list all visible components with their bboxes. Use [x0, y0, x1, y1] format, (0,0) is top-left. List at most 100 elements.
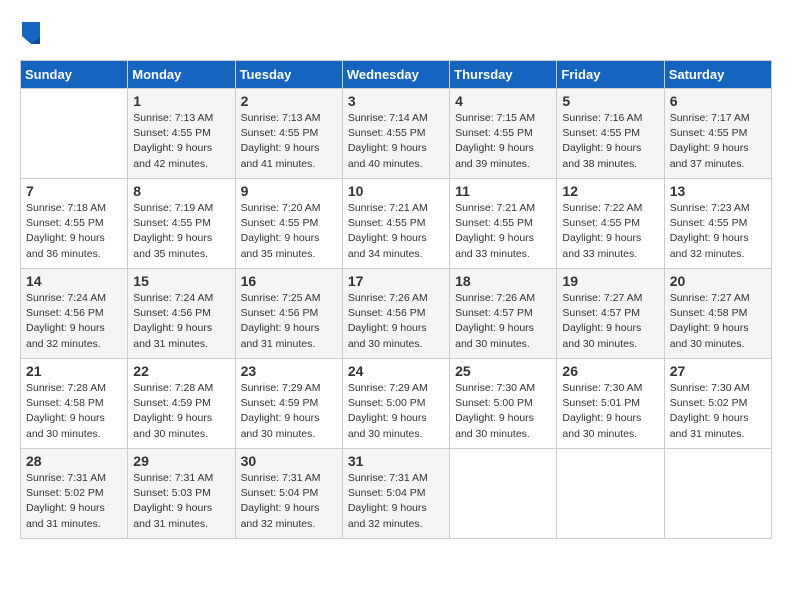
calendar-cell: 2 Sunrise: 7:13 AM Sunset: 4:55 PM Daylig… — [235, 89, 342, 179]
day-info: Sunrise: 7:21 AM Sunset: 4:55 PM Dayligh… — [455, 201, 551, 262]
weekday-header: Tuesday — [235, 61, 342, 89]
calendar-cell — [664, 449, 771, 539]
calendar-week-row: 21Sunrise: 7:28 AM Sunset: 4:58 PM Dayli… — [21, 359, 772, 449]
day-info: Sunrise: 7:17 AM Sunset: 4:55 PM Dayligh… — [670, 111, 766, 172]
day-number: 22 — [133, 363, 229, 379]
day-info: Sunrise: 7:24 AM Sunset: 4:56 PM Dayligh… — [133, 291, 229, 352]
calendar-cell: 3 Sunrise: 7:14 AM Sunset: 4:55 PM Daylig… — [342, 89, 449, 179]
calendar-cell: 4 Sunrise: 7:15 AM Sunset: 4:55 PM Daylig… — [450, 89, 557, 179]
calendar-cell: 13 Sunrise: 7:23 AM Sunset: 4:55 PM Dayli… — [664, 179, 771, 269]
day-number: 17 — [348, 273, 444, 289]
logo-icon — [22, 22, 40, 44]
day-number: 25 — [455, 363, 551, 379]
day-info: Sunrise: 7:24 AM Sunset: 4:56 PM Dayligh… — [26, 291, 122, 352]
day-info: Sunrise: 7:27 AM Sunset: 4:58 PM Dayligh… — [670, 291, 766, 352]
calendar-cell: 12Sunrise: 7:22 AM Sunset: 4:55 PM Dayli… — [557, 179, 664, 269]
day-number: 5 — [562, 93, 658, 109]
day-number: 16 — [241, 273, 337, 289]
day-number: 15 — [133, 273, 229, 289]
calendar-cell: 22 Sunrise: 7:28 AM Sunset: 4:59 PM Dayli… — [128, 359, 235, 449]
calendar-cell: 27 Sunrise: 7:30 AM Sunset: 5:02 PM Dayli… — [664, 359, 771, 449]
day-number: 3 — [348, 93, 444, 109]
calendar-cell: 10 Sunrise: 7:21 AM Sunset: 4:55 PM Dayli… — [342, 179, 449, 269]
day-info: Sunrise: 7:31 AM Sunset: 5:04 PM Dayligh… — [348, 471, 444, 532]
day-number: 8 — [133, 183, 229, 199]
day-number: 31 — [348, 453, 444, 469]
day-number: 18 — [455, 273, 551, 289]
calendar-cell: 9Sunrise: 7:20 AM Sunset: 4:55 PM Daylig… — [235, 179, 342, 269]
day-info: Sunrise: 7:15 AM Sunset: 4:55 PM Dayligh… — [455, 111, 551, 172]
day-number: 19 — [562, 273, 658, 289]
day-info: Sunrise: 7:19 AM Sunset: 4:55 PM Dayligh… — [133, 201, 229, 262]
day-info: Sunrise: 7:18 AM Sunset: 4:55 PM Dayligh… — [26, 201, 122, 262]
calendar-cell — [450, 449, 557, 539]
weekday-header: Thursday — [450, 61, 557, 89]
day-number: 14 — [26, 273, 122, 289]
calendar-cell: 31 Sunrise: 7:31 AM Sunset: 5:04 PM Dayli… — [342, 449, 449, 539]
day-info: Sunrise: 7:29 AM Sunset: 4:59 PM Dayligh… — [241, 381, 337, 442]
day-number: 4 — [455, 93, 551, 109]
day-number: 26 — [562, 363, 658, 379]
calendar-cell: 5Sunrise: 7:16 AM Sunset: 4:55 PM Daylig… — [557, 89, 664, 179]
day-info: Sunrise: 7:28 AM Sunset: 4:59 PM Dayligh… — [133, 381, 229, 442]
calendar-cell: 28 Sunrise: 7:31 AM Sunset: 5:02 PM Dayli… — [21, 449, 128, 539]
day-number: 9 — [241, 183, 337, 199]
calendar-cell: 25 Sunrise: 7:30 AM Sunset: 5:00 PM Dayli… — [450, 359, 557, 449]
calendar-week-row: 7Sunrise: 7:18 AM Sunset: 4:55 PM Daylig… — [21, 179, 772, 269]
day-info: Sunrise: 7:14 AM Sunset: 4:55 PM Dayligh… — [348, 111, 444, 172]
weekday-header: Wednesday — [342, 61, 449, 89]
day-info: Sunrise: 7:27 AM Sunset: 4:57 PM Dayligh… — [562, 291, 658, 352]
calendar-cell: 20 Sunrise: 7:27 AM Sunset: 4:58 PM Dayli… — [664, 269, 771, 359]
weekday-header: Friday — [557, 61, 664, 89]
day-info: Sunrise: 7:26 AM Sunset: 4:56 PM Dayligh… — [348, 291, 444, 352]
weekday-header: Monday — [128, 61, 235, 89]
day-info: Sunrise: 7:30 AM Sunset: 5:00 PM Dayligh… — [455, 381, 551, 442]
day-number: 1 — [133, 93, 229, 109]
calendar-header: SundayMondayTuesdayWednesdayThursdayFrid… — [21, 61, 772, 89]
calendar-cell: 18Sunrise: 7:26 AM Sunset: 4:57 PM Dayli… — [450, 269, 557, 359]
day-number: 27 — [670, 363, 766, 379]
day-number: 10 — [348, 183, 444, 199]
calendar-cell: 17 Sunrise: 7:26 AM Sunset: 4:56 PM Dayli… — [342, 269, 449, 359]
day-number: 13 — [670, 183, 766, 199]
calendar-cell: 29Sunrise: 7:31 AM Sunset: 5:03 PM Dayli… — [128, 449, 235, 539]
day-number: 28 — [26, 453, 122, 469]
day-info: Sunrise: 7:13 AM Sunset: 4:55 PM Dayligh… — [133, 111, 229, 172]
day-number: 21 — [26, 363, 122, 379]
calendar-cell: 14 Sunrise: 7:24 AM Sunset: 4:56 PM Dayli… — [21, 269, 128, 359]
weekday-header: Saturday — [664, 61, 771, 89]
calendar-cell: 7Sunrise: 7:18 AM Sunset: 4:55 PM Daylig… — [21, 179, 128, 269]
day-number: 2 — [241, 93, 337, 109]
day-info: Sunrise: 7:29 AM Sunset: 5:00 PM Dayligh… — [348, 381, 444, 442]
calendar-cell — [557, 449, 664, 539]
weekday-header: Sunday — [21, 61, 128, 89]
logo — [20, 20, 40, 44]
day-number: 23 — [241, 363, 337, 379]
calendar-cell: 15 Sunrise: 7:24 AM Sunset: 4:56 PM Dayli… — [128, 269, 235, 359]
day-number: 11 — [455, 183, 551, 199]
day-info: Sunrise: 7:30 AM Sunset: 5:01 PM Dayligh… — [562, 381, 658, 442]
day-info: Sunrise: 7:23 AM Sunset: 4:55 PM Dayligh… — [670, 201, 766, 262]
calendar-week-row: 28 Sunrise: 7:31 AM Sunset: 5:02 PM Dayli… — [21, 449, 772, 539]
day-info: Sunrise: 7:31 AM Sunset: 5:03 PM Dayligh… — [133, 471, 229, 532]
calendar-cell: 8 Sunrise: 7:19 AM Sunset: 4:55 PM Daylig… — [128, 179, 235, 269]
day-number: 6 — [670, 93, 766, 109]
day-info: Sunrise: 7:22 AM Sunset: 4:55 PM Dayligh… — [562, 201, 658, 262]
day-info: Sunrise: 7:30 AM Sunset: 5:02 PM Dayligh… — [670, 381, 766, 442]
day-number: 20 — [670, 273, 766, 289]
day-info: Sunrise: 7:21 AM Sunset: 4:55 PM Dayligh… — [348, 201, 444, 262]
calendar-cell: 1 Sunrise: 7:13 AM Sunset: 4:55 PM Daylig… — [128, 89, 235, 179]
day-info: Sunrise: 7:31 AM Sunset: 5:02 PM Dayligh… — [26, 471, 122, 532]
calendar-cell: 11 Sunrise: 7:21 AM Sunset: 4:55 PM Dayli… — [450, 179, 557, 269]
day-info: Sunrise: 7:13 AM Sunset: 4:55 PM Dayligh… — [241, 111, 337, 172]
calendar-cell: 23 Sunrise: 7:29 AM Sunset: 4:59 PM Dayli… — [235, 359, 342, 449]
calendar-cell: 24 Sunrise: 7:29 AM Sunset: 5:00 PM Dayli… — [342, 359, 449, 449]
day-number: 30 — [241, 453, 337, 469]
calendar-cell: 16 Sunrise: 7:25 AM Sunset: 4:56 PM Dayli… — [235, 269, 342, 359]
page-header — [20, 20, 772, 44]
calendar-table: SundayMondayTuesdayWednesdayThursdayFrid… — [20, 60, 772, 539]
day-info: Sunrise: 7:31 AM Sunset: 5:04 PM Dayligh… — [241, 471, 337, 532]
day-info: Sunrise: 7:25 AM Sunset: 4:56 PM Dayligh… — [241, 291, 337, 352]
calendar-week-row: 1 Sunrise: 7:13 AM Sunset: 4:55 PM Daylig… — [21, 89, 772, 179]
day-number: 24 — [348, 363, 444, 379]
